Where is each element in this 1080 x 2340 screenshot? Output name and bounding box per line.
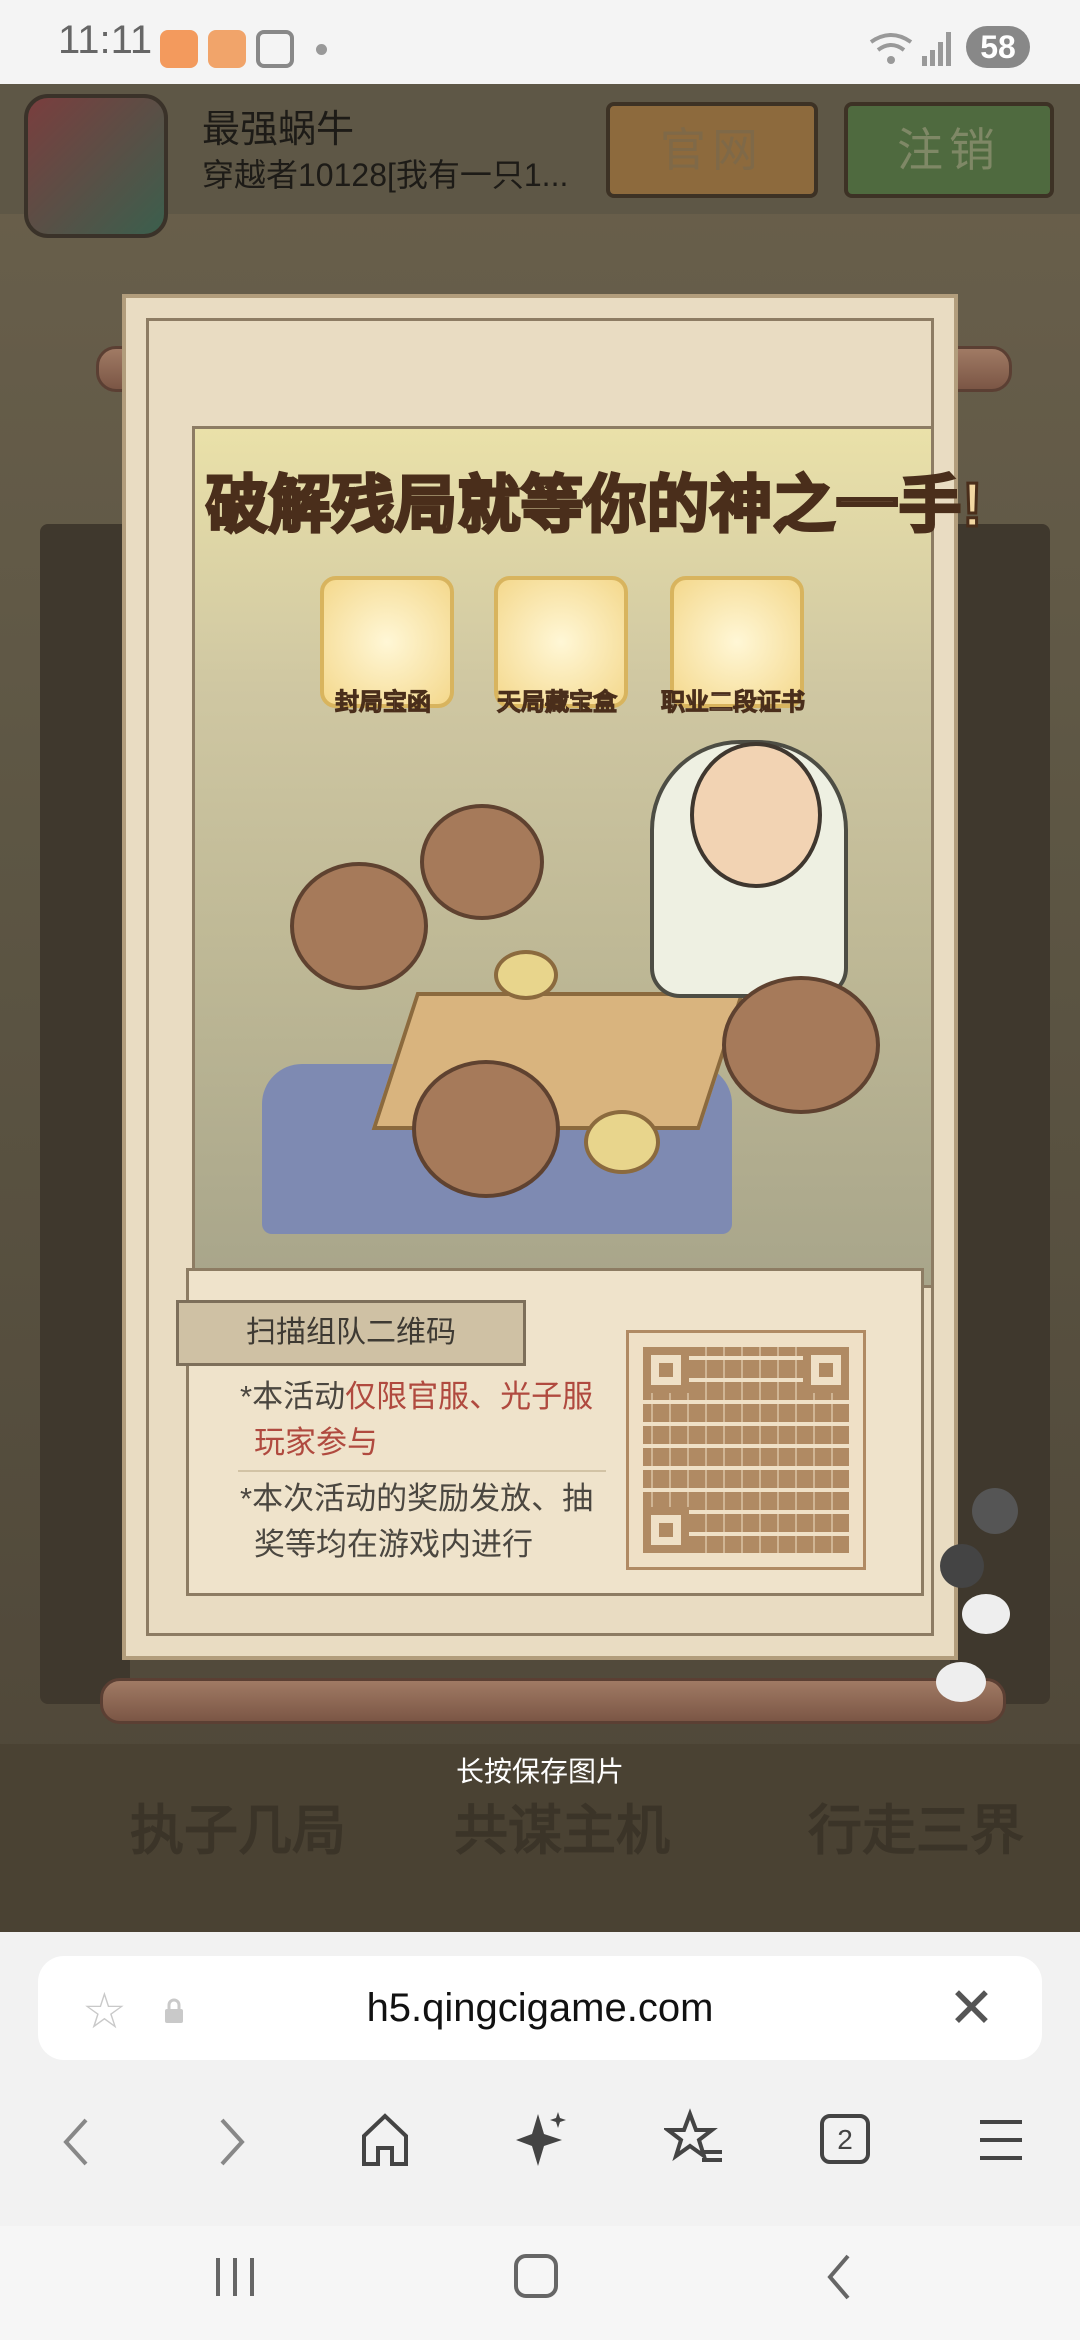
logout-button[interactable]: 注销 — [844, 102, 1054, 198]
official-site-button[interactable]: 官网 — [606, 102, 818, 198]
home-nav-icon[interactable] — [514, 2254, 558, 2298]
poster-headline: 破解残局就等你的神之一手! — [205, 470, 985, 542]
old-man-head — [690, 742, 822, 888]
notification-app-icon-2 — [208, 30, 246, 68]
monkey-head-3 — [412, 1060, 560, 1198]
back-nav-icon[interactable] — [820, 2252, 860, 2302]
reward-label-3: 职业二段证书 — [661, 689, 806, 717]
back-icon[interactable] — [56, 2112, 96, 2172]
ai-sparkle-icon[interactable] — [512, 2108, 568, 2170]
wifi-icon — [869, 33, 913, 64]
monkey-head-2 — [420, 804, 544, 920]
go-stone-white-2 — [936, 1662, 986, 1702]
note-1: *本活动仅限官服、光子服 — [240, 1374, 593, 1420]
game-header: 最强蜗牛 穿越者10128[我有一只1... 官网 注销 — [0, 84, 1080, 238]
forward-icon[interactable] — [212, 2112, 252, 2172]
more-notifications-dot — [316, 44, 327, 55]
scroll-bottom-rod — [100, 1678, 1006, 1724]
game-title: 最强蜗牛 — [202, 109, 355, 151]
monkey-head-4 — [722, 976, 880, 1114]
reward-label-1: 封局宝函 — [335, 689, 432, 717]
note-2-line2: 奖等均在游戏内进行 — [254, 1527, 533, 1562]
note-divider — [238, 1470, 606, 1472]
go-stone-black-2 — [940, 1544, 984, 1588]
player-name: 穿越者10128[我有一只1... — [202, 157, 569, 193]
monkey-head-1 — [290, 862, 428, 990]
url-text[interactable]: h5.qingcigame.com — [0, 1986, 1080, 2031]
tabs-button[interactable]: 2 — [820, 2114, 870, 2164]
screenshot-icon — [256, 30, 294, 68]
team-qr-code[interactable] — [626, 1330, 866, 1570]
status-bar: 11:11 58 — [0, 0, 1080, 84]
bg-panel-left — [40, 524, 130, 1704]
note-1-highlight: 仅限官服、光子服 — [345, 1379, 594, 1414]
home-icon[interactable] — [358, 2110, 412, 2170]
bg-mode-center: 共谋主机 — [454, 1801, 670, 1861]
status-time: 11:11 — [58, 18, 153, 62]
bg-mode-left: 执子几局 — [130, 1801, 346, 1861]
note-2-line1: *本次活动的奖励发放、抽 — [240, 1481, 594, 1516]
recent-apps-icon[interactable] — [210, 2254, 260, 2300]
bg-mode-right: 行走三界 — [808, 1801, 1024, 1861]
close-icon[interactable]: ✕ — [948, 1980, 995, 2036]
qr-tag: 扫描组队二维码 — [176, 1300, 526, 1366]
game-avatar — [24, 94, 168, 238]
save-image-hint: 长按保存图片 — [455, 1756, 624, 1787]
menu-icon[interactable] — [976, 2114, 1026, 2166]
battery-indicator: 58 — [966, 26, 1030, 68]
reward-label-2: 天局藏宝盒 — [497, 689, 618, 717]
qr-finder-bl — [643, 1507, 689, 1553]
bookmarks-icon[interactable] — [664, 2108, 726, 2170]
stone-bowl-2 — [584, 1110, 660, 1174]
stone-bowl-1 — [494, 950, 558, 1000]
go-stone-black-1 — [972, 1488, 1018, 1534]
note-1-line2: 玩家参与 — [254, 1425, 378, 1460]
qr-finder-tr — [803, 1347, 849, 1393]
qr-finder-tl — [643, 1347, 689, 1393]
notification-app-icon — [160, 30, 198, 68]
signal-icon — [922, 32, 951, 66]
note-1-prefix: *本活动 — [240, 1379, 346, 1414]
go-stone-white-1 — [962, 1594, 1010, 1634]
